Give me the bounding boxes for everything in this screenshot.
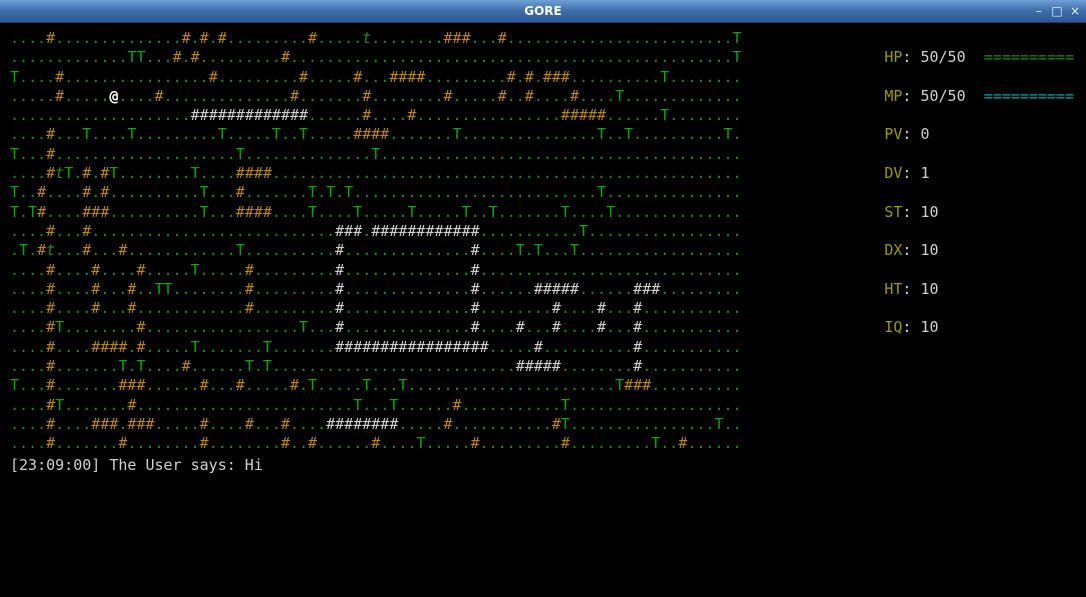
- stat-ht: HT: 10: [884, 280, 1074, 299]
- stat-dv: DV: 1: [884, 164, 1074, 183]
- log-text: The User says: Hi: [109, 456, 263, 474]
- minimize-icon[interactable]: –: [1032, 4, 1046, 18]
- maximize-icon[interactable]: □: [1050, 4, 1064, 18]
- stat-pv: PV: 0: [884, 125, 1074, 144]
- message-log: [23:09:00] The User says: Hi: [10, 456, 1076, 475]
- log-timestamp: [23:09:00]: [10, 456, 100, 474]
- mp-bar: ==========: [984, 87, 1074, 105]
- stat-mp: MP: 50/50 ==========: [884, 87, 1074, 106]
- close-icon[interactable]: ×: [1068, 4, 1082, 18]
- hp-bar: ==========: [984, 48, 1074, 66]
- stat-dx: DX: 10: [884, 241, 1074, 260]
- window-title: GORE: [524, 4, 562, 18]
- stat-iq: IQ: 10: [884, 318, 1074, 337]
- stat-hp: HP: 50/50 ==========: [884, 48, 1074, 67]
- window-titlebar: GORE – □ ×: [0, 0, 1086, 23]
- terminal-viewport: ....#..............#.#.#.........#.....t…: [0, 23, 1086, 597]
- window-controls: – □ ×: [1032, 4, 1082, 18]
- stat-st: ST: 10: [884, 203, 1074, 222]
- stats-panel: HP: 50/50 ========== MP: 50/50 =========…: [884, 29, 1074, 376]
